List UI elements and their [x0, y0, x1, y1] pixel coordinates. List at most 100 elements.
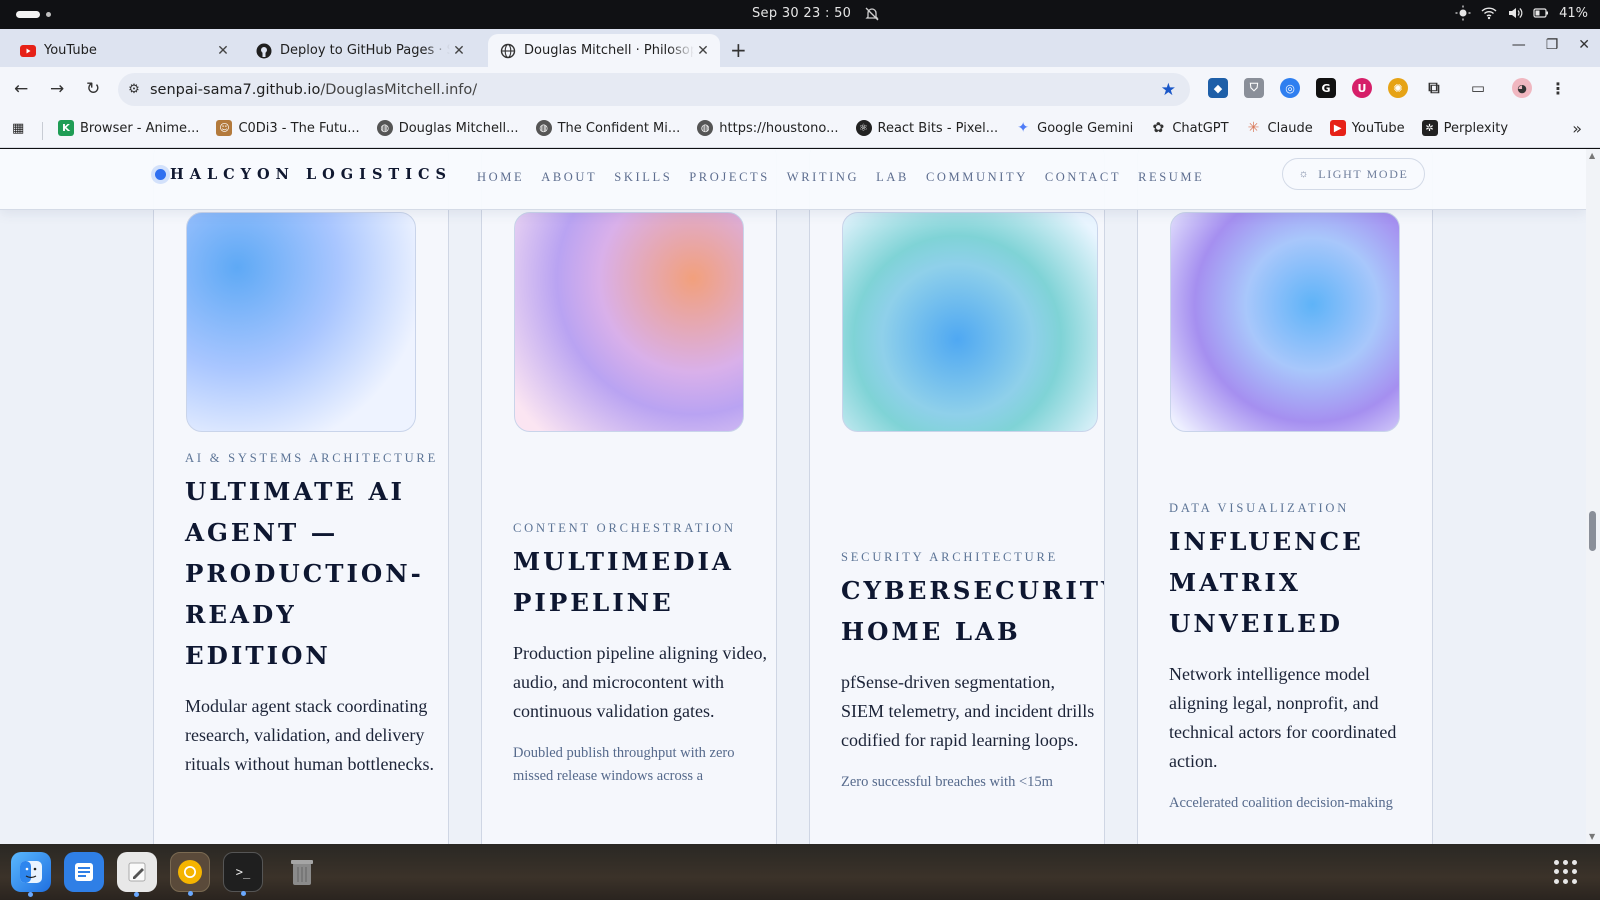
light-mode-button[interactable]: ☼ LIGHT MODE: [1282, 158, 1425, 190]
new-tab-button[interactable]: +: [730, 38, 747, 62]
project-category: AI & SYSTEMS ARCHITECTURE: [185, 451, 439, 465]
divider: [42, 122, 43, 140]
extension-icon[interactable]: U: [1352, 78, 1372, 98]
scroll-up-icon[interactable]: ▲: [1589, 151, 1595, 160]
minimize-icon[interactable]: —: [1512, 37, 1526, 53]
nav-about[interactable]: ABOUT: [541, 170, 597, 185]
nav-resume[interactable]: RESUME: [1138, 170, 1204, 185]
finder-icon[interactable]: [11, 852, 51, 897]
project-description: Network intelligence model aligning lega…: [1169, 664, 1397, 771]
avatar[interactable]: ◕: [1512, 78, 1532, 98]
back-arrow-icon[interactable]: ←: [14, 79, 28, 99]
reload-icon[interactable]: ↻: [86, 79, 100, 99]
bookmark-item[interactable]: K Browser - Anime...: [58, 120, 199, 136]
bookmark-item[interactable]: ✦ Google Gemini: [1015, 120, 1133, 136]
bookmark-item[interactable]: ◍ Douglas Mitchell...: [376, 120, 519, 136]
clock[interactable]: Sep 30 23 : 50: [752, 6, 851, 21]
volume-icon: [1509, 8, 1523, 18]
project-impact: Doubled publish throughput with zero mis…: [513, 745, 735, 784]
nav-projects[interactable]: PROJECTS: [689, 170, 770, 185]
url-text[interactable]: senpai-sama7.github.io/DouglasMitchell.i…: [150, 82, 477, 98]
site-brand[interactable]: HALCYON LOGISTICS: [155, 166, 452, 183]
bookmark-item[interactable]: ✿ ChatGPT: [1150, 120, 1228, 136]
tab-douglas-mitchell[interactable]: Douglas Mitchell · Philosop ✕: [488, 34, 720, 67]
bookmark-item[interactable]: ◍ The Confident Mi...: [535, 120, 680, 136]
window-controls: — ❐ ✕: [1512, 37, 1590, 53]
shield-icon[interactable]: ⛉: [1244, 78, 1264, 98]
restore-icon[interactable]: ❐: [1546, 37, 1559, 53]
bookmark-star-icon[interactable]: ★: [1161, 80, 1176, 100]
youtube-icon: [20, 43, 36, 59]
nav-home[interactable]: HOME: [477, 170, 524, 185]
project-title: CYBERSECURITY HOME LAB: [841, 576, 1105, 646]
more-bookmarks-icon[interactable]: »: [1572, 119, 1582, 138]
tab-github-pages[interactable]: Deploy to GitHub Pages · Se ✕: [244, 34, 476, 67]
bookmark-label: Browser - Anime...: [80, 120, 200, 136]
extension-icon[interactable]: G: [1316, 78, 1336, 98]
bookmark-label: YouTube: [1351, 120, 1405, 136]
project-description: Production pipeline aligning video, audi…: [513, 643, 767, 721]
running-indicator: [28, 892, 33, 897]
terminal-icon[interactable]: >_: [223, 852, 263, 896]
nav-skills[interactable]: SKILLS: [614, 170, 672, 185]
text-editor-icon[interactable]: [117, 852, 157, 897]
nav-community[interactable]: COMMUNITY: [926, 170, 1028, 185]
reactbits-icon: ⚛: [855, 120, 872, 136]
chrome-icon[interactable]: [170, 852, 210, 896]
apps-grid-icon[interactable]: ▦: [12, 121, 24, 136]
bookmark-label: Claude: [1267, 120, 1313, 136]
address-bar[interactable]: ⚙ senpai-sama7.github.io/DouglasMitchell…: [118, 73, 1190, 106]
site-settings-icon[interactable]: ⚙: [118, 82, 150, 97]
nav-contact[interactable]: CONTACT: [1045, 170, 1121, 185]
trash-icon[interactable]: [282, 852, 322, 892]
terminal-prompt-glyph: >_: [235, 865, 251, 879]
project-card[interactable]: SECURITY ARCHITECTURE CYBERSECURITY HOME…: [809, 149, 1105, 844]
extension-icon[interactable]: ◆: [1208, 78, 1228, 98]
tab-title: Deploy to GitHub Pages · Se: [280, 43, 450, 58]
system-tray[interactable]: 41%: [1455, 5, 1588, 21]
menu-kebab-icon[interactable]: ⋮: [1548, 78, 1568, 98]
close-window-icon[interactable]: ✕: [1578, 37, 1590, 53]
activities-indicator-icon[interactable]: [16, 11, 40, 18]
card-body: AI & SYSTEMS ARCHITECTURE ULTIMATE AI AG…: [185, 449, 440, 779]
project-card[interactable]: DATA VISUALIZATION INFLUENCE MATRIX UNVE…: [1137, 149, 1433, 844]
workspace-dot-icon[interactable]: [46, 12, 51, 17]
url-host: senpai-sama7.github.io: [150, 81, 321, 98]
tab-youtube[interactable]: YouTube ✕: [8, 34, 240, 67]
gemini-icon: ✦: [1017, 120, 1029, 136]
extension-icon[interactable]: ✺: [1388, 78, 1408, 98]
scroll-down-icon[interactable]: ▼: [1589, 832, 1595, 841]
files-icon[interactable]: [64, 852, 104, 892]
extensions-area: ◆ ⛉ ◎ G U ✺ ⧉ ▭ ◕ ⋮: [1208, 78, 1568, 98]
bookmark-item[interactable]: ⚛ React Bits - Pixel...: [855, 120, 998, 136]
globe-icon: ◍: [376, 120, 393, 136]
globe-icon: ◍: [697, 120, 714, 136]
project-thumbnail: [842, 212, 1098, 432]
bookmark-item[interactable]: ✳ Claude: [1246, 120, 1313, 136]
project-thumbnail: [186, 212, 416, 432]
close-tab-icon[interactable]: ✕: [694, 43, 712, 59]
mode-button-label: LIGHT MODE: [1318, 166, 1409, 181]
close-tab-icon[interactable]: ✕: [214, 43, 232, 59]
person-icon: ☺: [216, 120, 233, 136]
app-grid-icon[interactable]: [1554, 860, 1578, 884]
project-card[interactable]: CONTENT ORCHESTRATION MULTIMEDIA PIPELIN…: [481, 149, 777, 844]
extensions-puzzle-icon[interactable]: ⧉: [1424, 78, 1444, 98]
bookmark-item[interactable]: ◍ https://houstono...: [697, 120, 839, 136]
page-scrollbar[interactable]: ▲ ▼: [1586, 149, 1600, 844]
project-title: INFLUENCE MATRIX UNVEILED: [1169, 527, 1364, 638]
nav-lab[interactable]: LAB: [876, 170, 909, 185]
reading-mode-icon[interactable]: ▭: [1468, 78, 1488, 98]
bookmark-item[interactable]: ☺ C0Di3 - The Futu...: [216, 120, 360, 136]
bookmark-item[interactable]: ✲ Perplexity: [1421, 120, 1508, 136]
notifications-muted-icon[interactable]: [864, 6, 880, 22]
nav-writing[interactable]: WRITING: [787, 170, 859, 185]
scrollbar-thumb[interactable]: [1589, 511, 1596, 551]
card-body: CONTENT ORCHESTRATION MULTIMEDIA PIPELIN…: [513, 519, 768, 788]
forward-arrow-icon[interactable]: →: [50, 79, 64, 99]
fingerprint-icon[interactable]: ◎: [1280, 78, 1300, 98]
close-tab-icon[interactable]: ✕: [450, 43, 468, 59]
project-card[interactable]: AI & SYSTEMS ARCHITECTURE ULTIMATE AI AG…: [153, 149, 449, 844]
running-indicator: [241, 891, 246, 896]
bookmark-item[interactable]: ▶ YouTube: [1329, 120, 1405, 136]
